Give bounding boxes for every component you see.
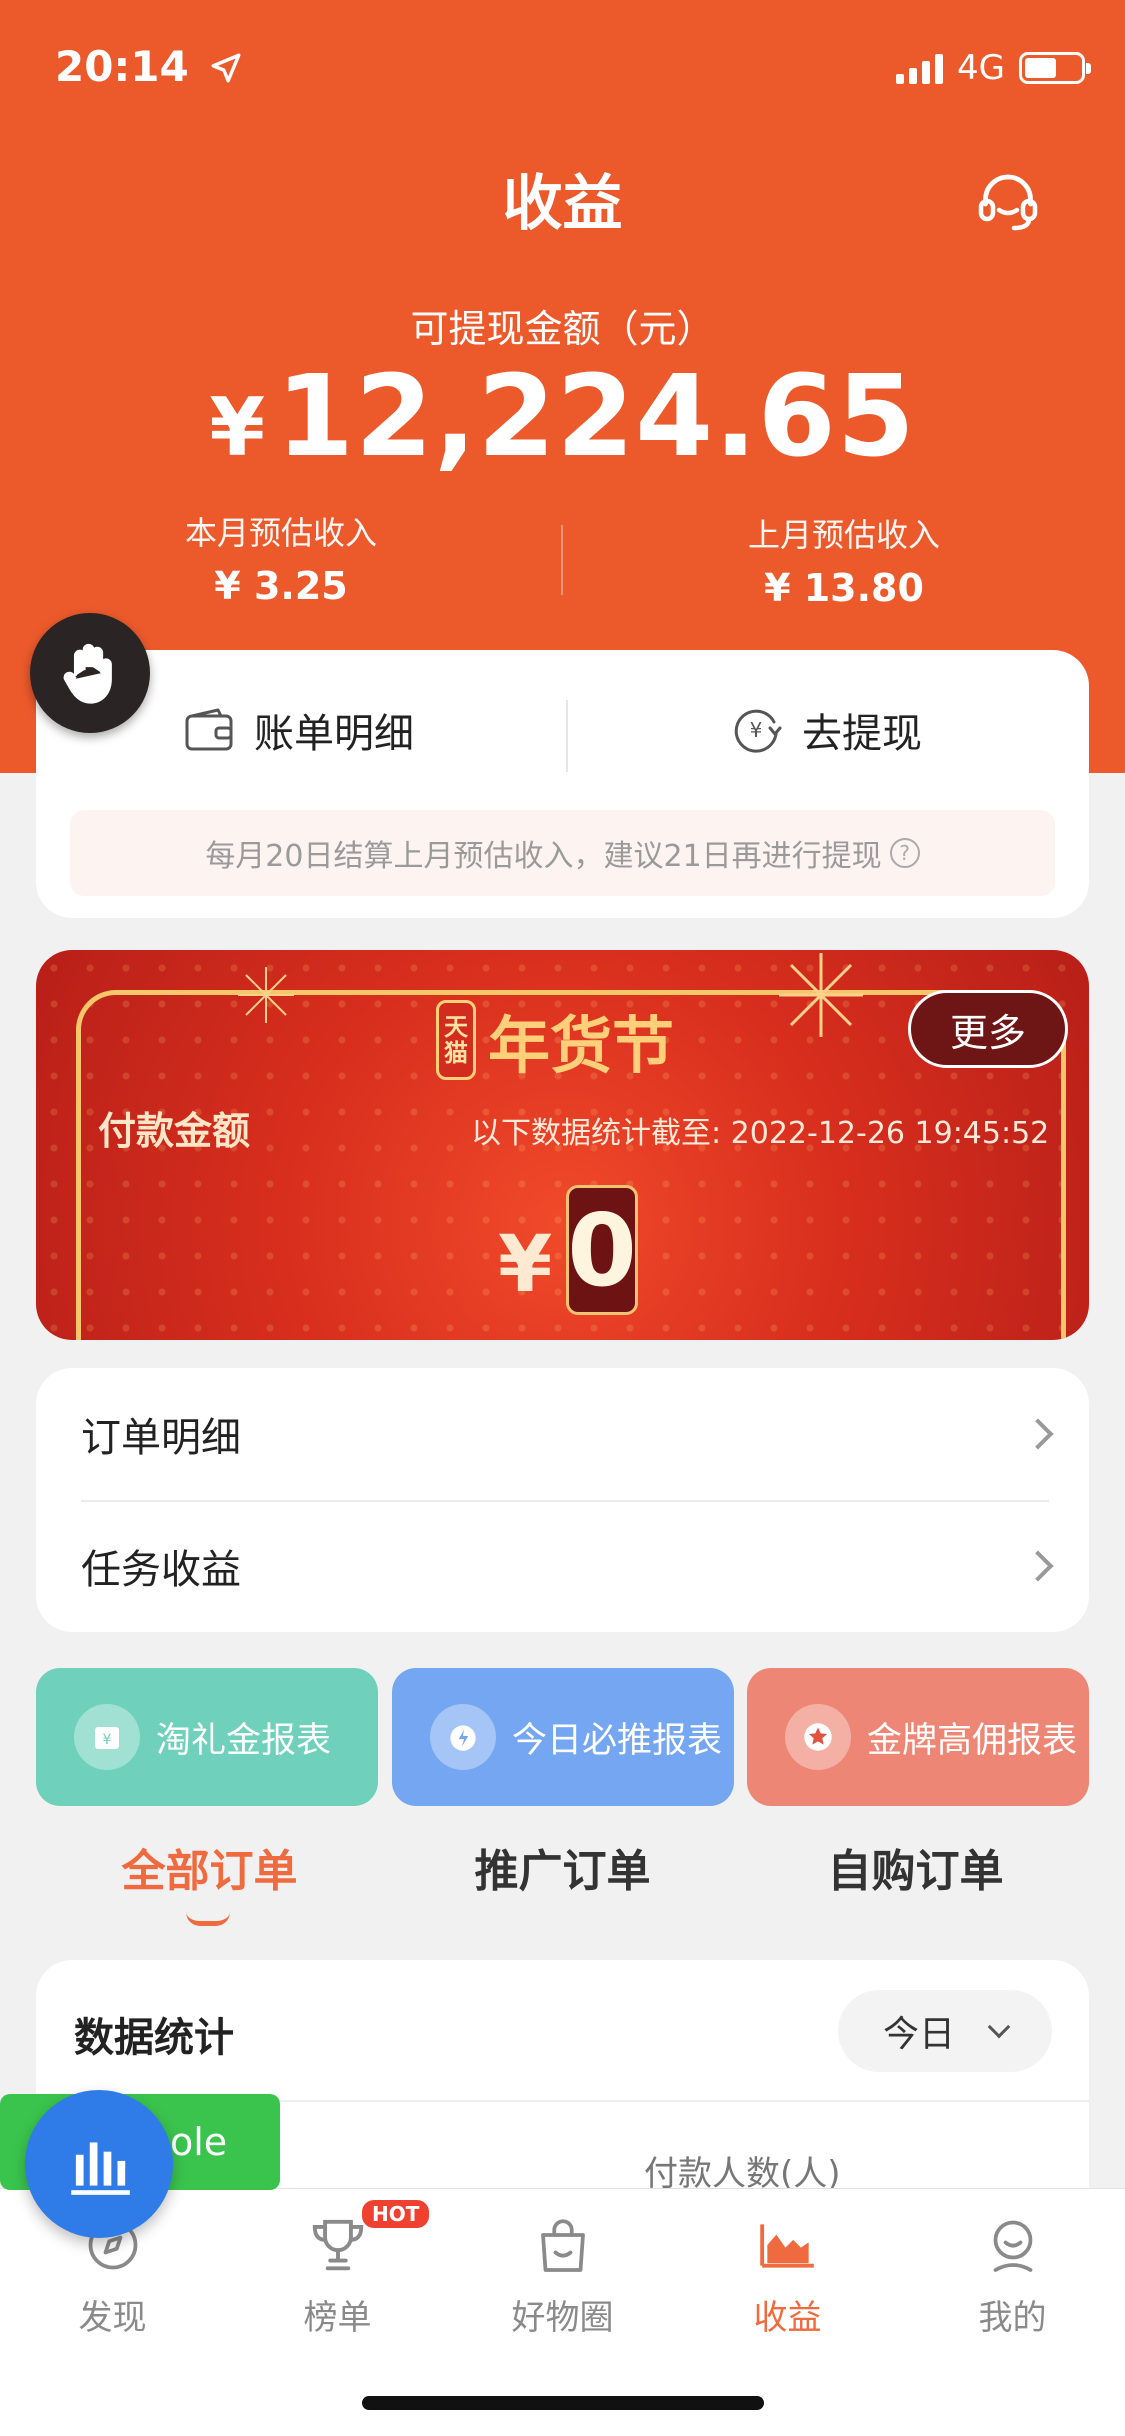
last-month-label: 上月预估收入 (747, 516, 940, 554)
tabbar-label: 收益 (753, 2298, 822, 2338)
signal-icon (896, 52, 944, 84)
location-arrow-icon (211, 53, 241, 83)
chevron-down-icon (987, 2015, 1011, 2039)
active-tab-indicator (186, 1912, 230, 1926)
status-indicators: 4G (896, 48, 1091, 88)
wallet-icon (185, 708, 233, 751)
report-tile-taolijin[interactable]: ¥ 淘礼金报表 (36, 1668, 378, 1806)
payment-amount-label: 付款金额 (98, 1109, 251, 1153)
balance-label: 可提现金额（元） (410, 307, 715, 351)
settlement-notice-text: 每月20日结算上月预估收入，建议21日再进行提现 (205, 839, 882, 874)
banner-title: 天猫 年货节 (436, 995, 674, 1085)
bar-chart-icon (71, 2142, 130, 2195)
period-value: 今日 (882, 2014, 955, 2055)
tabbar-item-earnings[interactable]: 收益 (675, 2210, 900, 2339)
bill-details-label: 账单明细 (254, 711, 414, 757)
hand-gesture-button[interactable] (30, 613, 150, 733)
svg-text:¥: ¥ (750, 718, 763, 742)
hand-icon (63, 643, 112, 704)
withdraw-label: 去提现 (802, 711, 922, 757)
banner-title-text: 年货节 (488, 1009, 675, 1082)
this-month-label: 本月预估收入 (184, 514, 377, 552)
gift-money-icon: ¥ (74, 1704, 140, 1770)
new-year-festival-banner[interactable]: 天猫 年货节 更多 付款金额 以下数据统计截至: 2022-12-26 19:4… (36, 950, 1089, 1340)
list-item-label: 订单明细 (81, 1415, 241, 1461)
payment-amount-value: 0 (566, 1185, 638, 1315)
withdrawable-balance: ¥12,224.65 (0, 352, 1125, 482)
last-month-value: ¥ 13.80 (764, 566, 924, 610)
status-time: 20:14 (55, 42, 243, 91)
settlement-notice: 每月20日结算上月预估收入，建议21日再进行提现 ? (70, 810, 1055, 896)
svg-text:¥: ¥ (103, 1732, 112, 1748)
tabbar-label: 好物圈 (511, 2298, 614, 2338)
hot-badge: HOT (360, 2198, 432, 2230)
report-tile-label: 今日必推报表 (512, 1720, 723, 1761)
page-title: 收益 (502, 169, 623, 239)
stats-floating-button[interactable] (25, 2090, 173, 2238)
payment-currency: ¥ (498, 1220, 553, 1310)
home-indicator[interactable] (362, 2396, 764, 2410)
tabbar-label: 榜单 (303, 2298, 372, 2338)
period-selector[interactable]: 今日 (838, 1990, 1052, 2072)
help-icon[interactable]: ? (889, 838, 920, 868)
more-button[interactable]: 更多 (908, 990, 1068, 1068)
list-item-order-details[interactable]: 订单明细 (36, 1368, 1089, 1500)
role-text: ole (170, 2120, 228, 2164)
chevron-right-icon (1022, 1550, 1054, 1582)
firework-icon (238, 967, 294, 1023)
report-tile-label: 金牌高佣报表 (867, 1720, 1078, 1761)
action-divider (566, 700, 568, 772)
tab-all-orders[interactable]: 全部订单 (22, 1835, 397, 1899)
report-tile-label: 淘礼金报表 (156, 1720, 332, 1761)
withdraw-button[interactable]: ¥ 去提现 (563, 650, 1089, 810)
list-item-label: 任务收益 (81, 1547, 241, 1593)
battery-icon (1019, 52, 1091, 84)
balance-currency: ¥ (209, 381, 267, 474)
tab-self-purchase-orders[interactable]: 自购订单 (728, 1835, 1103, 1899)
tab-promotion-orders[interactable]: 推广订单 (375, 1835, 750, 1899)
stats-title: 数据统计 (74, 2015, 234, 2061)
firework-icon (779, 953, 863, 1037)
list-item-task-earnings[interactable]: 任务收益 (36, 1500, 1089, 1632)
order-menu-card: 订单明细 任务收益 (36, 1368, 1089, 1632)
balance-value: 12,224.65 (276, 352, 916, 482)
bag-icon (528, 2210, 598, 2280)
customer-service-icon[interactable] (972, 165, 1044, 237)
medal-star-icon (785, 1704, 851, 1770)
report-tile-daily-push[interactable]: 今日必推报表 (392, 1668, 734, 1806)
alarm-clock-icon (430, 1704, 496, 1770)
network-type: 4G (957, 48, 1005, 88)
tabbar-label: 我的 (978, 2298, 1047, 2338)
withdraw-coin-icon: ¥ (734, 709, 782, 753)
last-month-estimate: 上月预估收入 ¥ 13.80 (563, 510, 1125, 610)
tabbar-label: 发现 (78, 2298, 147, 2338)
tabbar-item-profile[interactable]: 我的 (900, 2210, 1125, 2339)
this-month-value: ¥ 3.25 (214, 564, 348, 608)
this-month-estimate: 本月预估收入 ¥ 3.25 (0, 508, 562, 608)
profile-icon (978, 2210, 1048, 2280)
tmall-badge: 天猫 (436, 1000, 476, 1080)
earnings-chart-icon (753, 2210, 823, 2280)
chevron-right-icon (1022, 1418, 1054, 1450)
report-tile-gold-commission[interactable]: 金牌高佣报表 (747, 1668, 1089, 1806)
data-cutoff-time: 以下数据统计截至: 2022-12-26 19:45:52 (471, 1116, 1050, 1151)
tabbar-item-good-stuff[interactable]: 好物圈 (450, 2210, 675, 2339)
